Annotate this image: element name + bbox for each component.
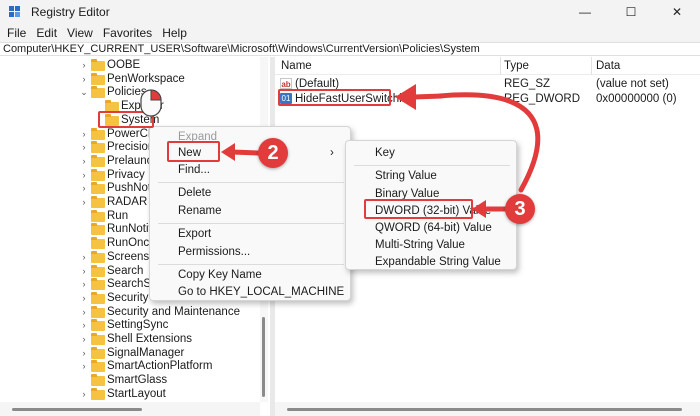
- mouse-cursor-icon: [140, 89, 162, 117]
- annotation-arrows: [140, 84, 541, 218]
- step-badge-2: 2: [258, 138, 288, 168]
- step-badge-3: 3: [505, 194, 535, 224]
